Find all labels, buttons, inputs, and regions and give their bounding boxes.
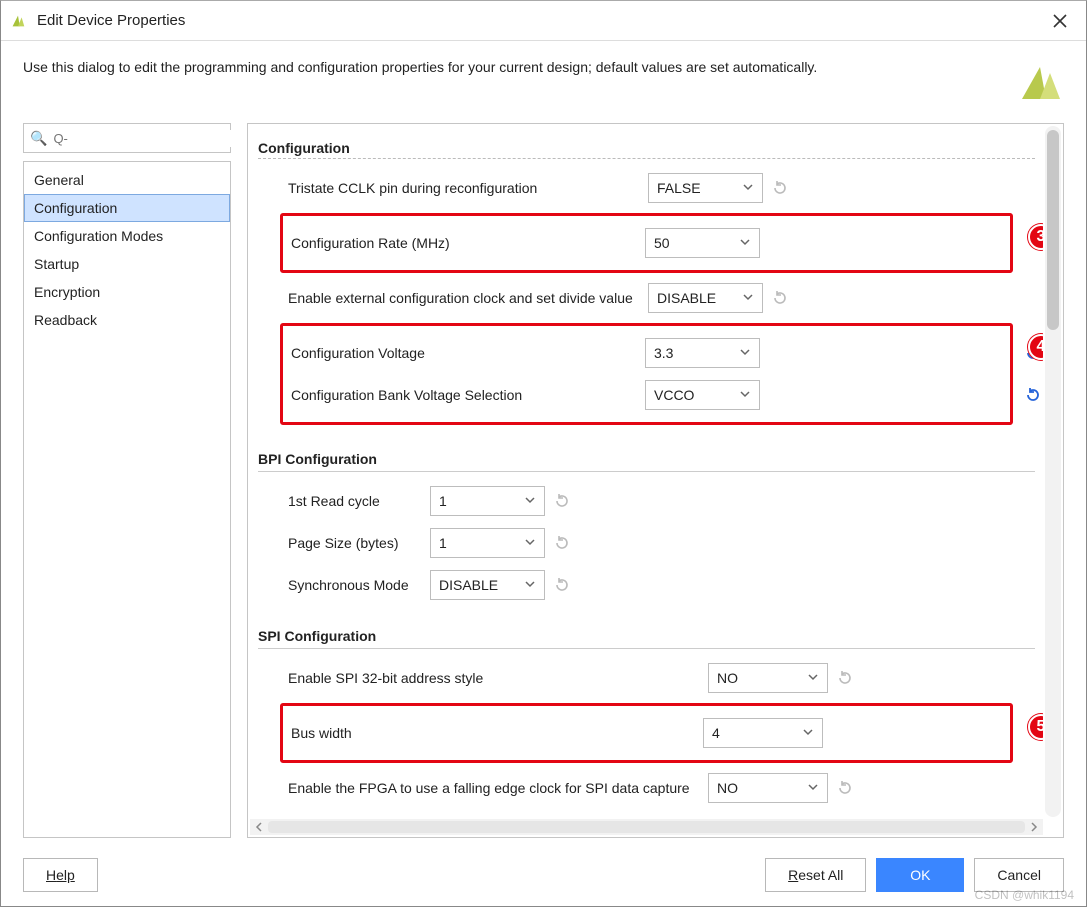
section-title-spi: SPI Configuration (258, 628, 1035, 644)
reset-icon[interactable] (836, 669, 854, 687)
dialog-title: Edit Device Properties (37, 12, 185, 29)
annotation-box-3: Configuration Rate (MHz) 50 3 (280, 213, 1013, 273)
annotation-box-5: Bus width 4 5 (280, 703, 1013, 763)
select-ext-clock[interactable]: DISABLE (648, 283, 763, 313)
chevron-down-icon (739, 387, 751, 403)
scrollbar-thumb[interactable] (1047, 130, 1059, 330)
label-bpi-sync-mode: Synchronous Mode (288, 577, 430, 593)
select-bpi-first-read[interactable]: 1 (430, 486, 545, 516)
app-icon (9, 12, 27, 30)
ok-button[interactable]: OK (876, 858, 964, 892)
label-ext-clock: Enable external configuration clock and … (288, 290, 648, 306)
info-bar: Use this dialog to edit the programming … (1, 41, 1086, 113)
label-spi-32bit: Enable SPI 32-bit address style (288, 670, 708, 686)
select-tristate-cclk[interactable]: FALSE (648, 173, 763, 203)
content-scroll: Configuration Tristate CCLK pin during r… (248, 124, 1043, 817)
nav-item-encryption[interactable]: Encryption (24, 278, 230, 306)
reset-icon[interactable] (553, 576, 571, 594)
label-config-voltage: Configuration Voltage (291, 345, 645, 361)
nav-item-general[interactable]: General (24, 166, 230, 194)
row-bpi-sync-mode: Synchronous Mode DISABLE (288, 568, 1035, 602)
divider-solid (258, 648, 1035, 649)
label-bank-voltage: Configuration Bank Voltage Selection (291, 387, 645, 403)
nav-list: General Configuration Configuration Mode… (23, 161, 231, 838)
reset-icon[interactable] (553, 534, 571, 552)
chevron-down-icon (802, 725, 814, 741)
label-tristate-cclk: Tristate CCLK pin during reconfiguration (288, 180, 648, 196)
chevron-down-icon (807, 670, 819, 686)
reset-all-button[interactable]: Reset All (765, 858, 866, 892)
row-tristate-cclk: Tristate CCLK pin during reconfiguration… (288, 171, 1035, 205)
content-panel: Configuration Tristate CCLK pin during r… (247, 123, 1064, 838)
select-config-voltage[interactable]: 3.3 (645, 338, 760, 368)
select-bank-voltage[interactable]: VCCO (645, 380, 760, 410)
chevron-down-icon (739, 345, 751, 361)
scroll-right-icon[interactable] (1027, 820, 1041, 834)
reset-icon[interactable] (553, 492, 571, 510)
help-button[interactable]: Help (23, 858, 98, 892)
select-spi-32bit[interactable]: NO (708, 663, 828, 693)
reset-icon[interactable] (1024, 386, 1042, 404)
nav-item-readback[interactable]: Readback (24, 306, 230, 334)
search-field-wrap[interactable]: 🔍 (23, 123, 231, 153)
search-icon: 🔍 (30, 130, 47, 147)
nav-item-configuration[interactable]: Configuration (24, 194, 230, 222)
select-bpi-page-size[interactable]: 1 (430, 528, 545, 558)
info-text: Use this dialog to edit the programming … (23, 59, 1004, 75)
left-column: 🔍 General Configuration Configuration Mo… (23, 113, 231, 838)
row-config-rate: Configuration Rate (MHz) 50 (291, 226, 1004, 260)
vertical-scrollbar[interactable] (1045, 126, 1061, 817)
row-spi-bus-width: Bus width 4 (291, 716, 1004, 750)
chevron-down-icon (742, 290, 754, 306)
button-bar: Help Reset All OK Cancel (1, 844, 1086, 906)
section-title-bpi: BPI Configuration (258, 451, 1035, 467)
row-config-voltage: Configuration Voltage 3.3 (291, 336, 1004, 370)
label-spi-bus-width: Bus width (291, 725, 703, 741)
divider-solid (258, 471, 1035, 472)
cancel-button[interactable]: Cancel (974, 858, 1064, 892)
brand-icon (1016, 59, 1064, 107)
label-spi-falling-edge: Enable the FPGA to use a falling edge cl… (288, 780, 708, 796)
select-config-rate[interactable]: 50 (645, 228, 760, 258)
divider-dashed (258, 158, 1035, 159)
reset-icon[interactable] (771, 179, 789, 197)
row-spi-falling-edge: Enable the FPGA to use a falling edge cl… (288, 771, 1035, 805)
title-bar: Edit Device Properties (1, 1, 1086, 41)
chevron-down-icon (524, 493, 536, 509)
annotation-box-4: Configuration Voltage 3.3 Configuration … (280, 323, 1013, 425)
chevron-down-icon (524, 577, 536, 593)
select-bpi-sync-mode[interactable]: DISABLE (430, 570, 545, 600)
scrollbar-thumb-h[interactable] (268, 821, 1025, 833)
label-config-rate: Configuration Rate (MHz) (291, 235, 645, 251)
label-bpi-page-size: Page Size (bytes) (288, 535, 430, 551)
section-title-configuration: Configuration (258, 140, 1035, 156)
chevron-down-icon (739, 235, 751, 251)
nav-item-configuration-modes[interactable]: Configuration Modes (24, 222, 230, 250)
annotation-badge-3: 3 (1028, 224, 1043, 250)
scroll-left-icon[interactable] (252, 820, 266, 834)
body-area: 🔍 General Configuration Configuration Mo… (1, 113, 1086, 844)
close-button[interactable] (1042, 3, 1078, 39)
row-ext-clock: Enable external configuration clock and … (288, 281, 1035, 315)
chevron-down-icon (807, 780, 819, 796)
row-bpi-page-size: Page Size (bytes) 1 (288, 526, 1035, 560)
select-spi-bus-width[interactable]: 4 (703, 718, 823, 748)
label-bpi-first-read: 1st Read cycle (288, 493, 430, 509)
nav-item-startup[interactable]: Startup (24, 250, 230, 278)
search-input[interactable] (51, 130, 231, 147)
annotation-badge-5: 5 (1028, 714, 1043, 740)
row-bank-voltage: Configuration Bank Voltage Selection VCC… (291, 378, 1004, 412)
watermark-text: CSDN @whik1194 (975, 888, 1074, 902)
reset-icon[interactable] (771, 289, 789, 307)
chevron-down-icon (742, 180, 754, 196)
dialog-edit-device-properties: Edit Device Properties Use this dialog t… (0, 0, 1087, 907)
select-spi-falling-edge[interactable]: NO (708, 773, 828, 803)
row-spi-32bit: Enable SPI 32-bit address style NO (288, 661, 1035, 695)
row-bpi-first-read: 1st Read cycle 1 (288, 484, 1035, 518)
horizontal-scrollbar[interactable] (250, 819, 1043, 835)
chevron-down-icon (524, 535, 536, 551)
reset-icon[interactable] (836, 779, 854, 797)
